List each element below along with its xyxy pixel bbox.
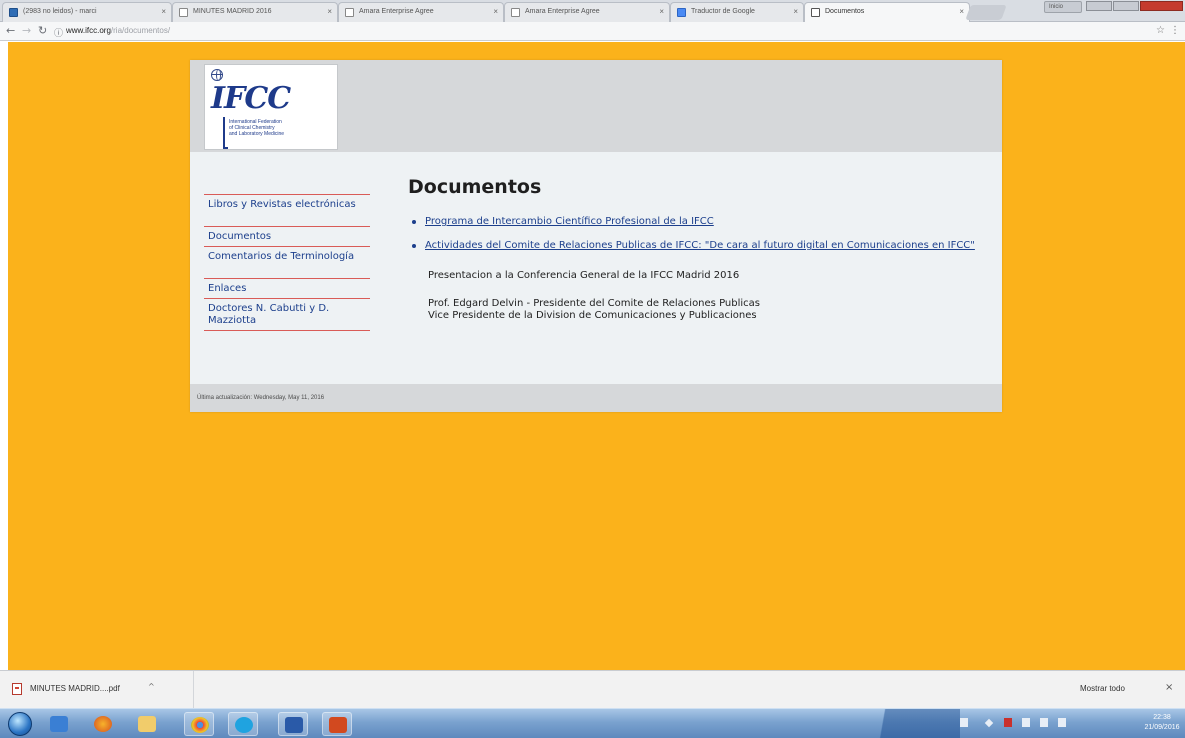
tab-label: Documentos xyxy=(825,8,865,15)
flag-icon[interactable] xyxy=(1004,718,1012,727)
page-title: Documentos xyxy=(408,176,542,198)
site-header: IFCC International Federation of Clinica… xyxy=(190,60,1002,152)
ifcc-logo[interactable]: IFCC International Federation of Clinica… xyxy=(204,64,338,150)
page-viewport: IFCC International Federation of Clinica… xyxy=(0,42,1185,670)
nav-item-doctores[interactable]: Doctores N. Cabutti y D. Mazziotta xyxy=(204,299,370,330)
link-programa-intercambio[interactable]: Programa de Intercambio Científico Profe… xyxy=(425,216,714,227)
nav-item-documentos[interactable]: Documentos xyxy=(204,227,370,246)
clock-date: 21/09/2016 xyxy=(1144,724,1180,731)
logo-bracket xyxy=(223,117,228,149)
taskbar-band xyxy=(850,709,960,738)
show-hidden-icons-icon[interactable] xyxy=(984,718,994,728)
url-host: www.ifcc.org xyxy=(66,26,111,35)
menu-dots-icon[interactable]: ⋮ xyxy=(1170,25,1180,36)
page-icon xyxy=(179,8,188,17)
last-updated: Última actualización: Wednesday, May 11,… xyxy=(197,395,325,401)
forward-arrow-icon[interactable]: → xyxy=(22,24,31,37)
main-content: Documentos Programa de Intercambio Cient… xyxy=(408,176,988,321)
new-tab-button[interactable] xyxy=(965,5,1007,20)
clock-time: 22:38 xyxy=(1153,714,1171,721)
nav-item-terminologia[interactable]: Comentarios de Terminología xyxy=(204,247,370,278)
tab-label: Traductor de Google xyxy=(691,8,755,15)
translate-icon xyxy=(677,8,686,17)
close-icon[interactable]: × xyxy=(161,7,166,16)
close-icon[interactable]: × xyxy=(659,7,664,16)
word-icon[interactable] xyxy=(278,712,308,736)
windows-taskbar: 22:38 21/09/2016 xyxy=(0,708,1185,738)
volume-icon[interactable] xyxy=(1058,718,1066,727)
mail-icon xyxy=(9,8,18,17)
tab-label: (2983 no leidos) - marci xyxy=(23,8,97,15)
download-filename: MINUTES MADRID....pdf xyxy=(30,684,120,693)
keyboard-language-icon[interactable] xyxy=(960,718,968,727)
logo-subtitle: International Federation of Clinical Che… xyxy=(229,119,285,137)
chrome-icon[interactable] xyxy=(184,712,214,736)
skype-icon[interactable] xyxy=(228,712,258,736)
close-shelf-icon[interactable]: × xyxy=(1165,682,1173,693)
window-close-button[interactable] xyxy=(1140,1,1183,11)
media-player-icon[interactable] xyxy=(44,712,74,736)
file-explorer-icon[interactable] xyxy=(132,712,162,736)
close-icon[interactable]: × xyxy=(493,7,498,16)
address-bar[interactable]: www.ifcc.org/ria/documentos/ xyxy=(66,24,1176,39)
bookmark-star-icon[interactable]: ☆ xyxy=(1156,25,1165,36)
show-all-button[interactable]: Mostrar todo xyxy=(1080,684,1125,693)
nav-item-enlaces[interactable]: Enlaces xyxy=(204,279,370,298)
ifcc-icon xyxy=(811,8,820,17)
page-left-edge xyxy=(0,42,8,670)
download-item[interactable]: MINUTES MADRID....pdf ^ xyxy=(0,671,194,709)
network-icon[interactable] xyxy=(1022,718,1030,727)
presentation-subtitle: Presentacion a la Conferencia General de… xyxy=(428,270,740,281)
chevron-up-icon[interactable]: ^ xyxy=(148,682,155,691)
close-icon[interactable]: × xyxy=(327,7,332,16)
powerpoint-icon[interactable] xyxy=(322,712,352,736)
tab-label: MINUTES MADRID 2016 xyxy=(193,8,272,15)
nav-separator xyxy=(204,330,370,331)
screen: (2983 no leidos) - marci × MINUTES MADRI… xyxy=(0,0,1185,738)
globe-icon xyxy=(211,69,223,81)
back-arrow-icon[interactable]: ← xyxy=(6,24,15,37)
tab-amara-1[interactable]: Amara Enterprise Agree × xyxy=(338,2,504,22)
tab-amara-2[interactable]: Amara Enterprise Agree × xyxy=(504,2,670,22)
battery-icon[interactable] xyxy=(1040,718,1048,727)
site-footer: Última actualización: Wednesday, May 11,… xyxy=(190,384,1002,412)
download-shelf: MINUTES MADRID....pdf ^ Mostrar todo × xyxy=(0,670,1185,709)
author-line-1: Prof. Edgard Delvin - Presidente del Com… xyxy=(428,298,760,309)
tab-minutes[interactable]: MINUTES MADRID 2016 × xyxy=(172,2,338,22)
link-actividades-relaciones-publicas[interactable]: Actividades del Comite de Relaciones Pub… xyxy=(425,240,975,251)
url-path: /ria/documentos/ xyxy=(110,26,171,35)
reload-icon[interactable]: ↻ xyxy=(38,24,47,37)
author-line-2: Vice Presidente de la Division de Comuni… xyxy=(428,310,757,321)
close-icon[interactable]: × xyxy=(959,7,964,16)
nav-item-libros[interactable]: Libros y Revistas electrónicas xyxy=(204,195,370,226)
browser-toolbar: ← → ↻ ⓘ www.ifcc.org/ria/documentos/ ☆ ⋮ xyxy=(0,22,1185,41)
pdf-file-icon xyxy=(12,683,22,695)
taskbar-clock[interactable]: 22:38 21/09/2016 xyxy=(1143,713,1181,733)
page-icon xyxy=(511,8,520,17)
list-item: Actividades del Comite de Relaciones Pub… xyxy=(408,240,988,252)
start-button-icon[interactable] xyxy=(8,712,32,736)
page-icon xyxy=(345,8,354,17)
minimize-button[interactable] xyxy=(1086,1,1112,11)
tab-label: Amara Enterprise Agree xyxy=(359,8,434,15)
content-container: IFCC International Federation of Clinica… xyxy=(190,60,1002,412)
logo-mark: IFCC xyxy=(211,81,291,116)
info-icon[interactable]: ⓘ xyxy=(54,26,63,39)
tab-documentos[interactable]: Documentos × xyxy=(804,2,970,22)
profile-button[interactable]: Inicio xyxy=(1044,1,1082,13)
close-icon[interactable]: × xyxy=(793,7,798,16)
side-navigation: Libros y Revistas electrónicas Documento… xyxy=(204,194,370,331)
browser-tab-strip: (2983 no leidos) - marci × MINUTES MADRI… xyxy=(0,0,1185,22)
document-list: Programa de Intercambio Científico Profe… xyxy=(408,216,988,252)
list-item: Programa de Intercambio Científico Profe… xyxy=(408,216,988,228)
tab-translate[interactable]: Traductor de Google × xyxy=(670,2,804,22)
firefox-icon[interactable] xyxy=(88,712,118,736)
tab-label: Amara Enterprise Agree xyxy=(525,8,600,15)
tab-mail[interactable]: (2983 no leidos) - marci × xyxy=(2,2,172,22)
maximize-button[interactable] xyxy=(1113,1,1139,11)
